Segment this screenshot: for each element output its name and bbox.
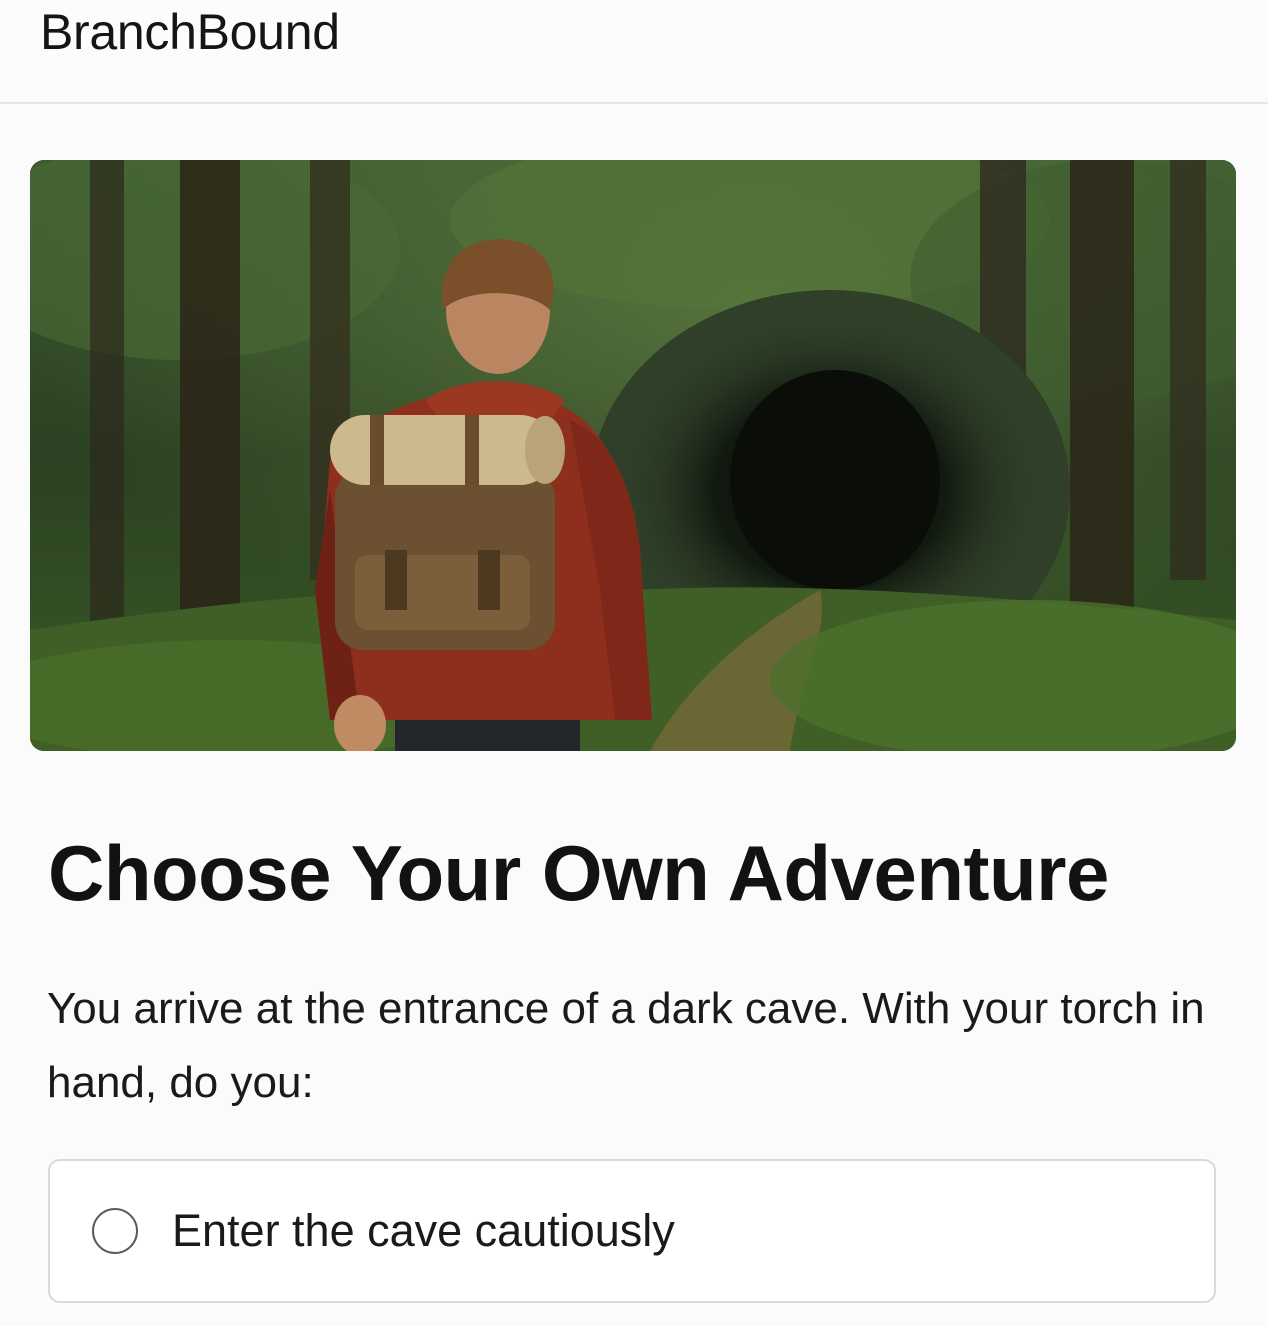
brand-logo-text[interactable]: BranchBound bbox=[40, 2, 340, 62]
page-title: Choose Your Own Adventure bbox=[48, 829, 1109, 917]
radio-unselected-icon[interactable] bbox=[92, 1208, 138, 1254]
choice-label: Enter the cave cautiously bbox=[172, 1205, 675, 1256]
choice-option-enter-cave[interactable]: Enter the cave cautiously bbox=[48, 1159, 1216, 1303]
forest-cave-illustration bbox=[30, 160, 1236, 751]
top-bar: BranchBound bbox=[0, 0, 1268, 104]
story-text: You arrive at the entrance of a dark cav… bbox=[47, 984, 1205, 1107]
hero-image bbox=[30, 160, 1236, 751]
